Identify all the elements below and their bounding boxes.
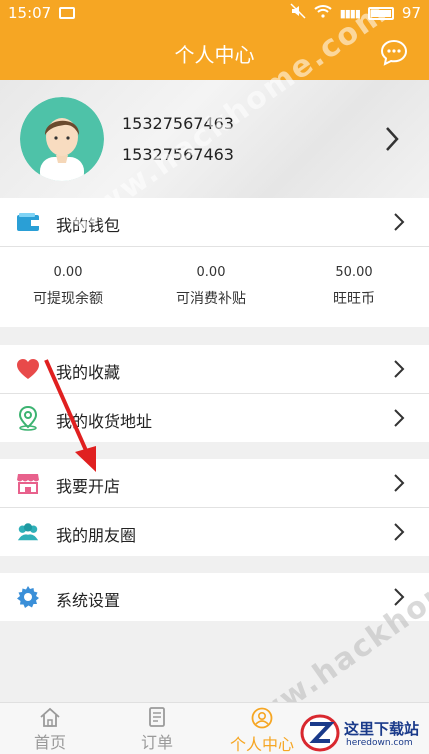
menu-label-settings: 系统设置 [56, 591, 121, 610]
heart-icon [16, 357, 40, 381]
stat-label: 可提现余额 [33, 291, 103, 307]
chevron-right-icon [393, 587, 405, 611]
stat-value: 0.00 [196, 265, 226, 280]
mute-icon [290, 3, 306, 23]
store-icon [16, 471, 40, 495]
site-logo: 这里下载站 heredown.com [300, 712, 429, 754]
z-logo-icon [300, 714, 340, 752]
menu-label-open-store: 我要开店 [56, 477, 121, 496]
menu-item-open-store[interactable]: 我要开店 [0, 459, 429, 507]
profile-nickname: 15327567463 [122, 145, 234, 164]
wallet-stats: 0.00 可提现余额 0.00 可消费补贴 50.00 旺旺币 [0, 247, 429, 327]
tab-label-home: 首页 [33, 733, 66, 752]
menu-item-wallet[interactable]: 我的钱包 [0, 198, 429, 246]
stat-withdrawable[interactable]: 0.00 可提现余额 [8, 265, 128, 308]
stat-label: 旺旺币 [333, 291, 375, 307]
tab-profile[interactable]: 个人中心 [222, 707, 302, 754]
message-icon[interactable] [379, 38, 409, 68]
wallet-icon [16, 210, 40, 234]
menu-label-address: 我的收货地址 [56, 412, 153, 431]
page-title: 个人中心 [174, 42, 255, 67]
status-bar: 15:07 ▮▮▮▮ 97 [0, 0, 429, 26]
menu-item-settings[interactable]: 系统设置 [0, 573, 429, 621]
chevron-right-icon [393, 359, 405, 383]
gear-icon [16, 585, 40, 609]
menu-label-wallet: 我的钱包 [56, 216, 121, 235]
stat-label: 可消费补贴 [176, 291, 246, 307]
stat-value: 0.00 [53, 265, 83, 280]
brand-url: heredown.com [346, 738, 413, 748]
app-header: 个人中心 [0, 26, 429, 80]
menu-label-favorites: 我的收藏 [56, 363, 121, 382]
brand-name: 这里下载站 [344, 720, 420, 738]
profile-card[interactable]: 15327567463 15327567463 [0, 80, 429, 198]
image-icon [59, 7, 76, 19]
home-icon [40, 707, 60, 727]
chevron-right-icon [393, 522, 405, 546]
tab-home[interactable]: 首页 [10, 707, 90, 753]
menu-item-favorites[interactable]: 我的收藏 [0, 345, 429, 393]
chevron-right-icon[interactable] [385, 126, 399, 156]
menu-label-friends: 我的朋友圈 [56, 526, 137, 545]
friends-icon [16, 520, 40, 544]
tab-label-profile: 个人中心 [229, 735, 294, 754]
chevron-right-icon [393, 212, 405, 236]
location-pin-icon [16, 405, 40, 431]
stat-coins[interactable]: 50.00 旺旺币 [294, 265, 414, 308]
battery-level: 97 [401, 4, 421, 22]
menu-item-friends[interactable]: 我的朋友圈 [0, 508, 429, 556]
battery-icon [367, 6, 394, 20]
profile-icon [251, 707, 273, 729]
avatar[interactable] [20, 97, 104, 181]
status-time: 15:07 [8, 4, 52, 22]
wifi-icon [314, 4, 332, 22]
tab-label-orders: 订单 [140, 733, 173, 752]
order-icon [149, 707, 165, 727]
stat-value: 50.00 [335, 265, 373, 280]
menu-item-address[interactable]: 我的收货地址 [0, 394, 429, 442]
stat-subsidy[interactable]: 0.00 可消费补贴 [151, 265, 271, 308]
signal-icon: ▮▮▮▮ [339, 6, 361, 20]
tab-orders[interactable]: 订单 [117, 707, 197, 753]
chevron-right-icon [393, 408, 405, 432]
profile-phone: 15327567463 [122, 114, 234, 133]
chevron-right-icon [393, 473, 405, 497]
